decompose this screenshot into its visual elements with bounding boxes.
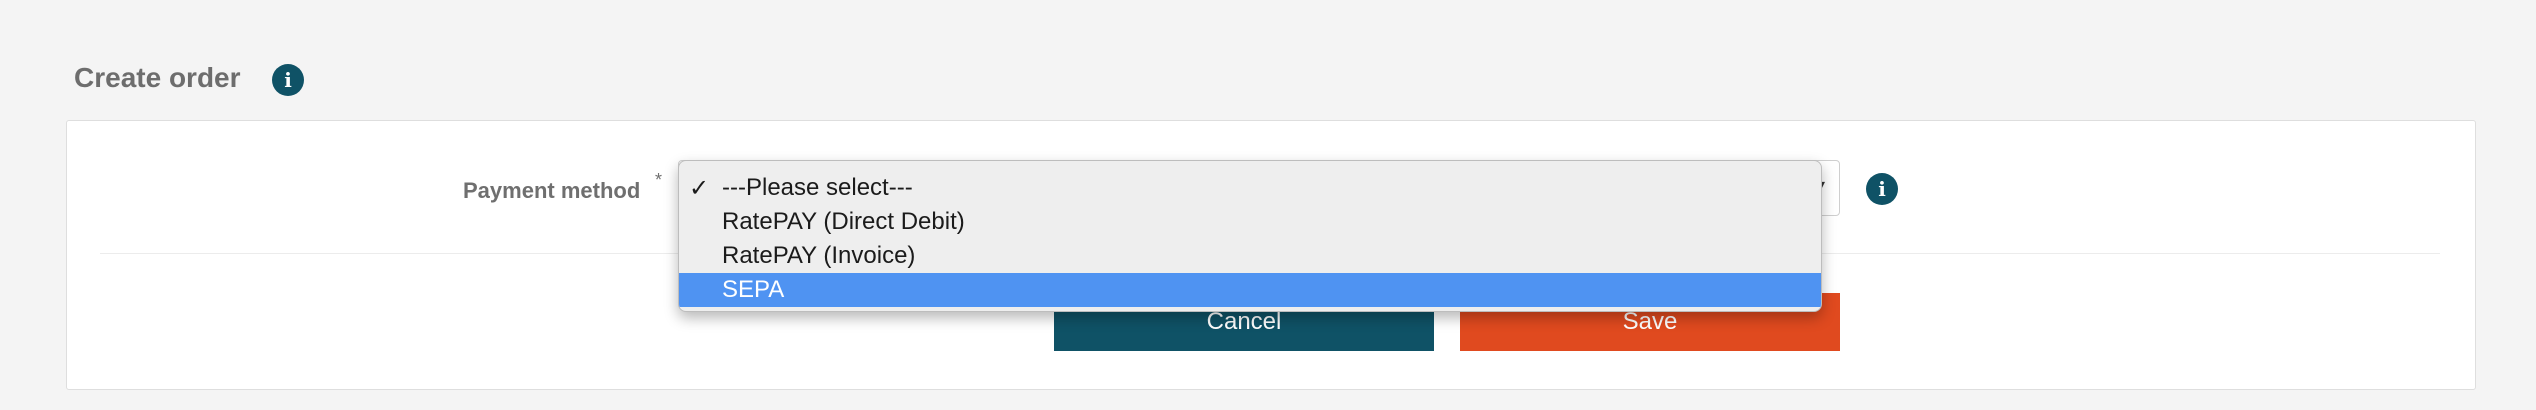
option-label: RatePAY (Invoice) [722, 242, 916, 269]
info-icon[interactable]: i [272, 64, 304, 96]
dropdown-option[interactable]: ✓ ---Please select--- [679, 171, 1821, 205]
dropdown-option[interactable]: SEPA [679, 273, 1821, 307]
dropdown-option[interactable]: RatePAY (Invoice) [679, 239, 1821, 273]
required-marker: * [655, 170, 663, 190]
option-label: ---Please select--- [722, 174, 913, 201]
page-title: Create order [74, 62, 241, 93]
option-label: SEPA [722, 276, 785, 303]
payment-method-dropdown[interactable]: ✓ ---Please select--- RatePAY (Direct De… [678, 160, 1822, 312]
page: Create order i Payment method * ▾ i Canc… [0, 0, 2536, 410]
payment-method-label: Payment method [463, 178, 641, 203]
option-label: RatePAY (Direct Debit) [722, 208, 965, 235]
dropdown-option[interactable]: RatePAY (Direct Debit) [679, 205, 1821, 239]
checkmark-icon: ✓ [689, 174, 710, 202]
info-icon[interactable]: i [1866, 173, 1898, 205]
